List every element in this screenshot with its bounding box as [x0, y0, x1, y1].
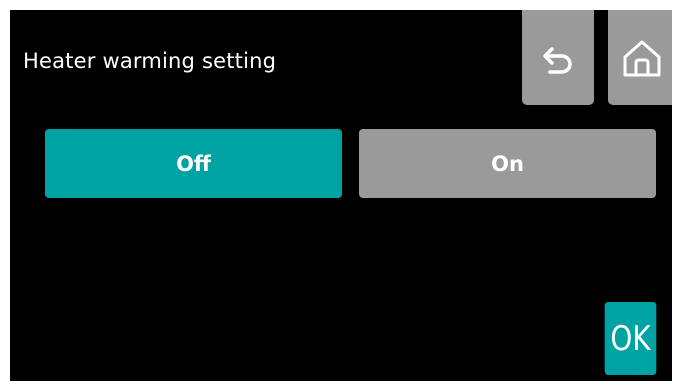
home-icon [620, 36, 664, 80]
off-option-button[interactable]: Off [45, 129, 342, 198]
on-option-button[interactable]: On [359, 129, 656, 198]
ok-button[interactable]: OK [604, 302, 657, 375]
undo-arrow-icon [538, 38, 578, 78]
screen: Heater warming setting Off On OK [10, 10, 672, 381]
on-option-label: On [491, 151, 524, 176]
off-option-label: Off [176, 151, 211, 176]
back-button[interactable] [522, 10, 594, 105]
page-title: Heater warming setting [23, 49, 277, 73]
home-button[interactable] [608, 10, 672, 105]
ok-label: OK [610, 318, 651, 359]
